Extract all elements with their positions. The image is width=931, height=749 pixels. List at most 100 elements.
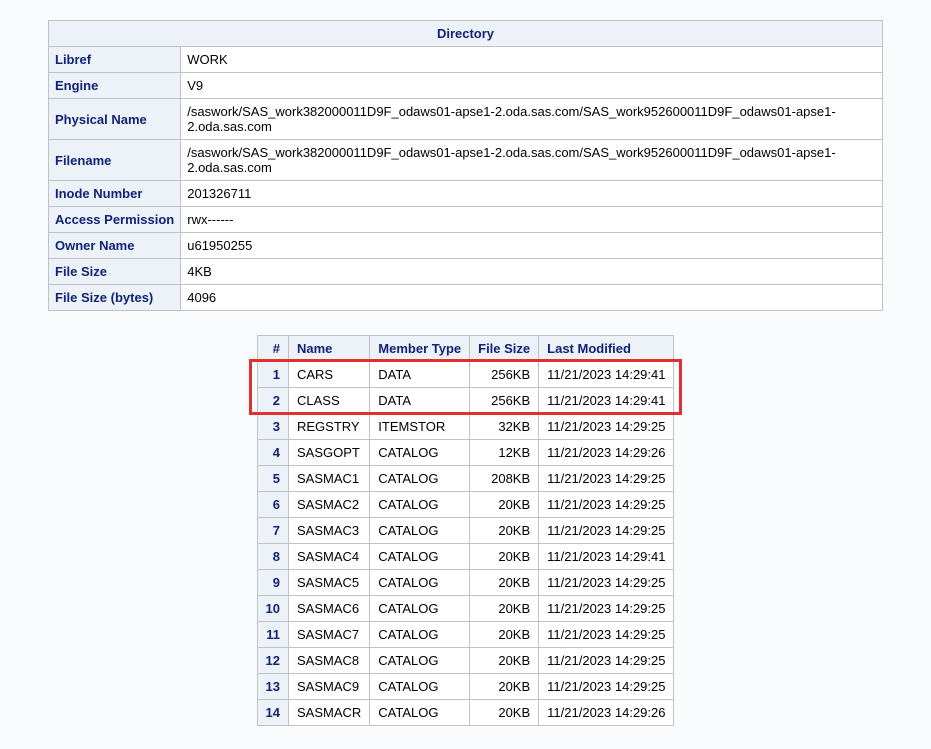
- directory-row-label: Physical Name: [49, 99, 181, 140]
- cell-size: 208KB: [470, 466, 539, 492]
- table-row: 11SASMAC7CATALOG20KB11/21/2023 14:29:25: [257, 622, 674, 648]
- directory-row-label: Filename: [49, 140, 181, 181]
- cell-type: CATALOG: [370, 622, 470, 648]
- cell-name: SASMAC4: [288, 544, 369, 570]
- cell-type: CATALOG: [370, 700, 470, 726]
- col-modified: Last Modified: [539, 336, 674, 362]
- directory-row: Owner Nameu61950255: [49, 233, 883, 259]
- cell-name: CARS: [288, 362, 369, 388]
- directory-row: LibrefWORK: [49, 47, 883, 73]
- table-row: 4SASGOPTCATALOG12KB11/21/2023 14:29:26: [257, 440, 674, 466]
- cell-type: CATALOG: [370, 518, 470, 544]
- cell-num: 9: [257, 570, 288, 596]
- cell-modified: 11/21/2023 14:29:41: [539, 544, 674, 570]
- cell-type: ITEMSTOR: [370, 414, 470, 440]
- col-type: Member Type: [370, 336, 470, 362]
- cell-size: 32KB: [470, 414, 539, 440]
- cell-size: 20KB: [470, 570, 539, 596]
- cell-num: 14: [257, 700, 288, 726]
- cell-type: CATALOG: [370, 596, 470, 622]
- cell-num: 5: [257, 466, 288, 492]
- cell-modified: 11/21/2023 14:29:25: [539, 492, 674, 518]
- directory-row-label: Access Permission: [49, 207, 181, 233]
- directory-row-value: u61950255: [181, 233, 883, 259]
- table-row: 1CARSDATA256KB11/21/2023 14:29:41: [257, 362, 674, 388]
- cell-name: SASMAC9: [288, 674, 369, 700]
- cell-num: 11: [257, 622, 288, 648]
- table-row: 5SASMAC1CATALOG208KB11/21/2023 14:29:25: [257, 466, 674, 492]
- directory-row-value: rwx------: [181, 207, 883, 233]
- cell-modified: 11/21/2023 14:29:25: [539, 570, 674, 596]
- cell-modified: 11/21/2023 14:29:25: [539, 596, 674, 622]
- cell-num: 12: [257, 648, 288, 674]
- cell-type: CATALOG: [370, 570, 470, 596]
- cell-size: 20KB: [470, 622, 539, 648]
- cell-name: REGSTRY: [288, 414, 369, 440]
- cell-modified: 11/21/2023 14:29:41: [539, 362, 674, 388]
- cell-name: SASMAC8: [288, 648, 369, 674]
- directory-row: Physical Name/saswork/SAS_work382000011D…: [49, 99, 883, 140]
- table-row: 6SASMAC2CATALOG20KB11/21/2023 14:29:25: [257, 492, 674, 518]
- cell-name: SASMAC1: [288, 466, 369, 492]
- cell-name: SASMAC2: [288, 492, 369, 518]
- directory-row-value: V9: [181, 73, 883, 99]
- cell-size: 20KB: [470, 492, 539, 518]
- cell-num: 1: [257, 362, 288, 388]
- cell-name: CLASS: [288, 388, 369, 414]
- cell-num: 2: [257, 388, 288, 414]
- cell-num: 4: [257, 440, 288, 466]
- table-row: 12SASMAC8CATALOG20KB11/21/2023 14:29:25: [257, 648, 674, 674]
- cell-modified: 11/21/2023 14:29:25: [539, 622, 674, 648]
- cell-type: CATALOG: [370, 544, 470, 570]
- cell-name: SASMAC3: [288, 518, 369, 544]
- directory-row: File Size4KB: [49, 259, 883, 285]
- directory-row: EngineV9: [49, 73, 883, 99]
- directory-row-label: File Size: [49, 259, 181, 285]
- cell-name: SASMAC5: [288, 570, 369, 596]
- directory-table: Directory LibrefWORKEngineV9Physical Nam…: [48, 20, 883, 311]
- directory-row-label: Owner Name: [49, 233, 181, 259]
- table-row: 14SASMACRCATALOG20KB11/21/2023 14:29:26: [257, 700, 674, 726]
- cell-size: 20KB: [470, 674, 539, 700]
- directory-row-value: WORK: [181, 47, 883, 73]
- directory-row: Access Permissionrwx------: [49, 207, 883, 233]
- cell-modified: 11/21/2023 14:29:41: [539, 388, 674, 414]
- cell-modified: 11/21/2023 14:29:25: [539, 466, 674, 492]
- directory-row-value: 4096: [181, 285, 883, 311]
- report-container: Directory LibrefWORKEngineV9Physical Nam…: [0, 0, 931, 749]
- cell-num: 13: [257, 674, 288, 700]
- directory-row-label: Libref: [49, 47, 181, 73]
- cell-modified: 11/21/2023 14:29:25: [539, 674, 674, 700]
- cell-num: 6: [257, 492, 288, 518]
- cell-size: 20KB: [470, 700, 539, 726]
- directory-row-value: /saswork/SAS_work382000011D9F_odaws01-ap…: [181, 140, 883, 181]
- table-row: 3REGSTRYITEMSTOR32KB11/21/2023 14:29:25: [257, 414, 674, 440]
- col-num: #: [257, 336, 288, 362]
- cell-type: DATA: [370, 362, 470, 388]
- cell-num: 8: [257, 544, 288, 570]
- cell-modified: 11/21/2023 14:29:26: [539, 440, 674, 466]
- cell-type: DATA: [370, 388, 470, 414]
- directory-row-value: 201326711: [181, 181, 883, 207]
- members-wrap: # Name Member Type File Size Last Modifi…: [48, 335, 883, 729]
- cell-type: CATALOG: [370, 466, 470, 492]
- cell-modified: 11/21/2023 14:29:25: [539, 648, 674, 674]
- cell-name: SASGOPT: [288, 440, 369, 466]
- cell-type: CATALOG: [370, 492, 470, 518]
- cell-size: 20KB: [470, 648, 539, 674]
- cell-modified: 11/21/2023 14:29:25: [539, 518, 674, 544]
- cell-num: 7: [257, 518, 288, 544]
- cell-name: SASMACR: [288, 700, 369, 726]
- cell-num: 10: [257, 596, 288, 622]
- col-name: Name: [288, 336, 369, 362]
- cell-size: 256KB: [470, 362, 539, 388]
- directory-row: Inode Number201326711: [49, 181, 883, 207]
- cell-type: CATALOG: [370, 440, 470, 466]
- cell-size: 20KB: [470, 544, 539, 570]
- directory-row-value: /saswork/SAS_work382000011D9F_odaws01-ap…: [181, 99, 883, 140]
- directory-row-label: Engine: [49, 73, 181, 99]
- table-row: 10SASMAC6CATALOG20KB11/21/2023 14:29:25: [257, 596, 674, 622]
- table-row: 9SASMAC5CATALOG20KB11/21/2023 14:29:25: [257, 570, 674, 596]
- cell-size: 256KB: [470, 388, 539, 414]
- cell-name: SASMAC6: [288, 596, 369, 622]
